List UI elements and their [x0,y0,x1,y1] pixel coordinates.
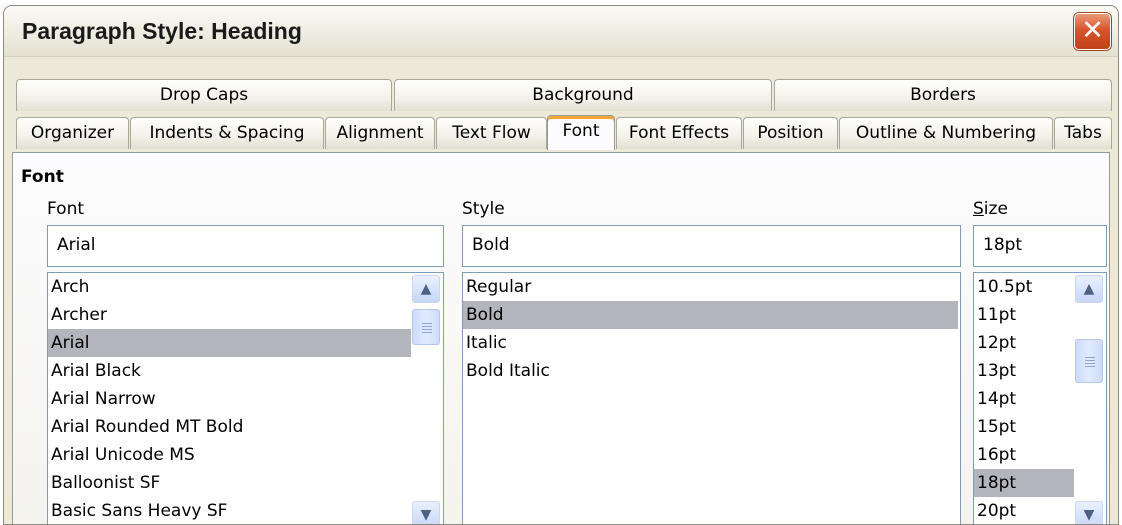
dialog-title: Paragraph Style: Heading [22,18,302,44]
list-item[interactable]: Arial Narrow [48,385,411,413]
list-item-selected[interactable]: Arial [48,329,411,357]
font-label: Font [47,199,85,219]
tab-indents-spacing[interactable]: Indents & Spacing [130,117,324,149]
scroll-down-button[interactable]: ▼ [1075,501,1103,524]
tab-font-effects[interactable]: Font Effects [616,117,742,149]
close-icon: ✕ [1081,15,1104,46]
scroll-thumb[interactable] [1075,339,1103,383]
style-listbox[interactable]: Regular Bold Italic Bold Italic [462,272,961,524]
tab-text-flow[interactable]: Text Flow [436,117,547,149]
list-item[interactable]: 13pt [974,357,1074,385]
list-item[interactable]: 16pt [974,441,1074,469]
list-item[interactable]: 20pt [974,497,1074,524]
font-list-scrollbar[interactable]: ▲ ▼ [411,275,441,524]
section-title: Font [21,167,64,187]
list-item[interactable]: Archer [48,301,411,329]
list-item[interactable]: 11pt [974,301,1074,329]
list-item[interactable]: Regular [463,273,958,301]
size-label-rest: ize [983,199,1008,219]
scroll-thumb[interactable] [412,309,440,345]
list-item[interactable]: Bold Italic [463,357,958,385]
tab-position[interactable]: Position [743,117,838,149]
font-listbox[interactable]: Arch Archer Arial Arial Black Arial Narr… [47,272,444,524]
tab-font[interactable]: Font [547,115,615,150]
tab-tabs[interactable]: Tabs [1054,117,1112,149]
tab-outline-numbering[interactable]: Outline & Numbering [839,117,1053,149]
close-button[interactable]: ✕ [1074,13,1111,50]
size-listbox[interactable]: 10.5pt 11pt 12pt 13pt 14pt 15pt 16pt 18p… [973,272,1107,524]
list-item[interactable]: 10.5pt [974,273,1074,301]
size-label-accel: S [973,199,984,219]
list-item[interactable]: Italic [463,329,958,357]
scroll-up-button[interactable]: ▲ [1075,275,1103,303]
list-item[interactable]: 14pt [974,385,1074,413]
size-label: Size [973,199,1008,219]
tab-organizer[interactable]: Organizer [16,117,129,149]
font-name-input[interactable]: Arial [47,225,444,267]
chevron-up-icon: ▲ [420,281,432,297]
list-item-selected[interactable]: 18pt [974,469,1074,497]
style-label: Style [462,199,505,219]
list-item[interactable]: Arial Black [48,357,411,385]
list-item[interactable]: Arch [48,273,411,301]
tab-alignment[interactable]: Alignment [325,117,435,149]
font-tab-panel: Font Font Arial Arch Archer Arial Arial … [12,152,1110,524]
title-bar[interactable]: Paragraph Style: Heading ✕ [4,6,1118,57]
tab-background[interactable]: Background [394,79,772,111]
style-input[interactable]: Bold [462,225,961,267]
paragraph-style-dialog: Paragraph Style: Heading ✕ Drop Caps Bac… [3,5,1119,525]
chevron-down-icon: ▼ [420,507,432,523]
chevron-up-icon: ▲ [1083,281,1095,297]
size-input[interactable]: 18pt [973,225,1107,267]
list-item[interactable]: Basic Sans Heavy SF [48,497,411,524]
list-item[interactable]: 12pt [974,329,1074,357]
scroll-down-button[interactable]: ▼ [412,501,440,524]
list-item[interactable]: 15pt [974,413,1074,441]
list-item[interactable]: Arial Rounded MT Bold [48,413,411,441]
size-list-scrollbar[interactable]: ▲ ▼ [1074,275,1104,524]
list-item-selected[interactable]: Bold [463,301,958,329]
tab-drop-caps[interactable]: Drop Caps [16,79,392,111]
list-item[interactable]: Arial Unicode MS [48,441,411,469]
list-item[interactable]: Balloonist SF [48,469,411,497]
chevron-down-icon: ▼ [1083,507,1095,523]
scroll-up-button[interactable]: ▲ [412,275,440,303]
tab-borders[interactable]: Borders [774,79,1112,111]
